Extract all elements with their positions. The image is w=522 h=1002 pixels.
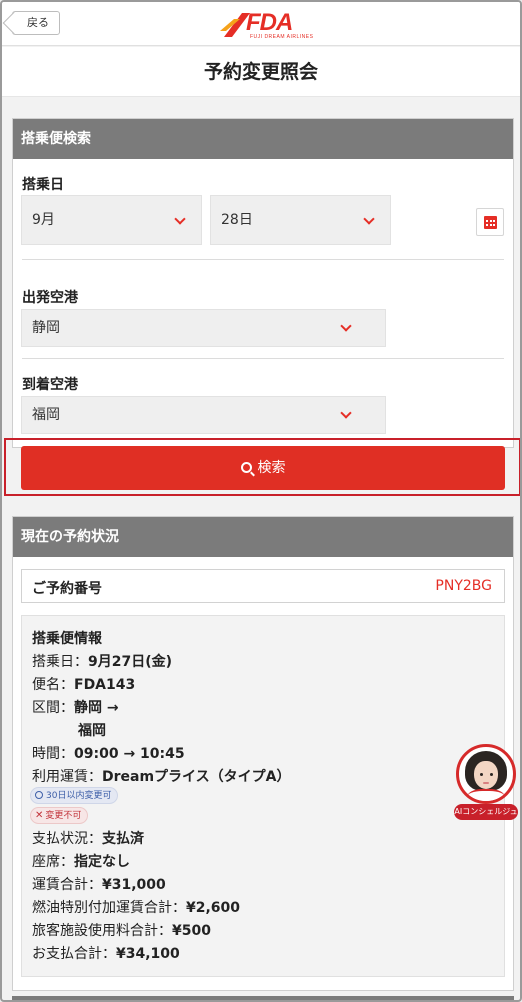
chevron-down-icon xyxy=(363,213,375,225)
day-select-value: 28日 xyxy=(221,212,253,228)
facility-fee-key: 旅客施設使用料合計： xyxy=(32,923,172,939)
reservation-number-value: PNY2BG xyxy=(435,578,492,594)
flight-search-header: 搭乗便検索 xyxy=(13,119,513,159)
search-button[interactable]: 検索 xyxy=(21,446,505,490)
payment-total-value: ¥34,100 xyxy=(116,946,180,962)
seat-key: 座席： xyxy=(32,854,74,870)
flight-info-box: 搭乗便情報 搭乗日：9月27日(金) 便名：FDA143 区間：静岡 → 福岡 … xyxy=(21,615,505,977)
search-button-label: 検索 xyxy=(257,460,286,476)
search-icon xyxy=(240,462,252,473)
chevron-down-icon xyxy=(340,320,352,332)
boarding-date-row: 搭乗日：9月27日(金) xyxy=(32,651,172,671)
boarding-date-value: 9月27日(金) xyxy=(88,654,173,670)
change-allowed-text: 30日以内変更可 xyxy=(46,791,112,801)
day-select[interactable]: 28日 xyxy=(210,195,391,245)
payment-status-value: 支払済 xyxy=(102,831,144,847)
back-button[interactable]: 戻る xyxy=(12,11,60,35)
chevron-down-icon xyxy=(174,213,186,225)
fare-total-row: 運賃合計：¥31,000 xyxy=(32,874,166,894)
flight-number-value: FDA143 xyxy=(74,677,136,693)
divider xyxy=(22,259,504,260)
time-key: 時間： xyxy=(32,746,74,762)
payment-status-key: 支払状況： xyxy=(32,831,102,847)
reservation-number-row: ご予約番号 PNY2BG xyxy=(21,569,505,603)
route-row: 区間：静岡 → xyxy=(32,697,119,717)
calendar-button[interactable] xyxy=(476,208,504,236)
circle-icon xyxy=(35,791,43,799)
boarding-date-label: 搭乗日 xyxy=(22,177,64,193)
ai-concierge-button[interactable]: AIコンシェルジュ xyxy=(454,744,518,824)
departure-airport-label: 出発空港 xyxy=(22,290,78,306)
fare-row: 利用運賃：Dreamプライス（タイプA） xyxy=(32,766,290,786)
departure-airport-select[interactable]: 静岡 xyxy=(21,309,386,347)
ai-concierge-label: AIコンシェルジュ xyxy=(454,804,518,820)
arrival-airport-select[interactable]: 福岡 xyxy=(21,396,386,434)
facility-fee-row: 旅客施設使用料合計：¥500 xyxy=(32,920,211,940)
fare-total-value: ¥31,000 xyxy=(102,877,166,893)
reservation-status-card: 現在の予約状況 ご予約番号 PNY2BG 搭乗便情報 搭乗日：9月27日(金) … xyxy=(12,516,514,991)
logo-text: FDA xyxy=(246,9,293,36)
time-value: 09:00 → 10:45 xyxy=(74,746,185,762)
fare-total-key: 運賃合計： xyxy=(32,877,102,893)
back-button-label: 戻る xyxy=(27,16,49,29)
top-bar: 戻る FDA FUJI DREAM AIRLINES xyxy=(2,2,520,46)
fuel-surcharge-value: ¥2,600 xyxy=(186,900,241,916)
reservation-status-header: 現在の予約状況 xyxy=(13,517,513,557)
flight-number-row: 便名：FDA143 xyxy=(32,674,135,694)
route-to: 福岡 xyxy=(78,723,106,739)
app-frame: 戻る FDA FUJI DREAM AIRLINES 予約変更照会 搭乗便検索 … xyxy=(0,0,522,1002)
avatar-body xyxy=(467,789,505,801)
next-section-header xyxy=(12,996,514,1000)
payment-total-key: お支払合計： xyxy=(32,946,116,962)
route-from: 静岡 → xyxy=(74,700,119,716)
fuel-surcharge-key: 燃油特別付加運賃合計： xyxy=(32,900,186,916)
fda-logo[interactable]: FDA FUJI DREAM AIRLINES xyxy=(220,7,314,41)
fuel-surcharge-row: 燃油特別付加運賃合計：¥2,600 xyxy=(32,897,240,917)
payment-status-row: 支払状況：支払済 xyxy=(32,828,144,848)
month-select[interactable]: 9月 xyxy=(21,195,202,245)
month-select-value: 9月 xyxy=(32,212,55,228)
route-key: 区間： xyxy=(32,700,74,716)
ai-concierge-avatar xyxy=(456,744,516,804)
boarding-date-key: 搭乗日： xyxy=(32,654,88,670)
time-row: 時間：09:00 → 10:45 xyxy=(32,743,185,763)
change-not-allowed-badge: ✕ 変更不可 xyxy=(30,807,89,824)
seat-value: 指定なし xyxy=(74,854,130,870)
avatar-mouth xyxy=(483,782,489,784)
route-to-row: 福岡 xyxy=(78,720,106,740)
page-title: 予約変更照会 xyxy=(2,47,520,97)
departure-airport-value: 静岡 xyxy=(32,320,60,336)
divider xyxy=(22,358,504,359)
flight-number-key: 便名： xyxy=(32,677,74,693)
arrival-airport-value: 福岡 xyxy=(32,407,60,423)
reservation-number-label: ご予約番号 xyxy=(32,581,102,597)
seat-row: 座席：指定なし xyxy=(32,851,130,871)
avatar-eye xyxy=(480,773,483,776)
avatar-eye xyxy=(490,773,493,776)
flight-info-title: 搭乗便情報 xyxy=(32,631,102,647)
calendar-icon xyxy=(484,216,497,229)
change-not-allowed-text: 変更不可 xyxy=(45,811,82,821)
fare-value: Dreamプライス（タイプA） xyxy=(102,769,291,785)
payment-total-row: お支払合計：¥34,100 xyxy=(32,943,180,963)
cross-icon: ✕ xyxy=(35,810,44,821)
chevron-down-icon xyxy=(340,407,352,419)
avatar-face xyxy=(474,761,498,789)
change-allowed-badge: 30日以内変更可 xyxy=(30,787,119,804)
fare-key: 利用運賃： xyxy=(32,769,102,785)
arrival-airport-label: 到着空港 xyxy=(22,377,78,393)
facility-fee-value: ¥500 xyxy=(172,923,211,939)
logo-subtext: FUJI DREAM AIRLINES xyxy=(250,34,314,40)
